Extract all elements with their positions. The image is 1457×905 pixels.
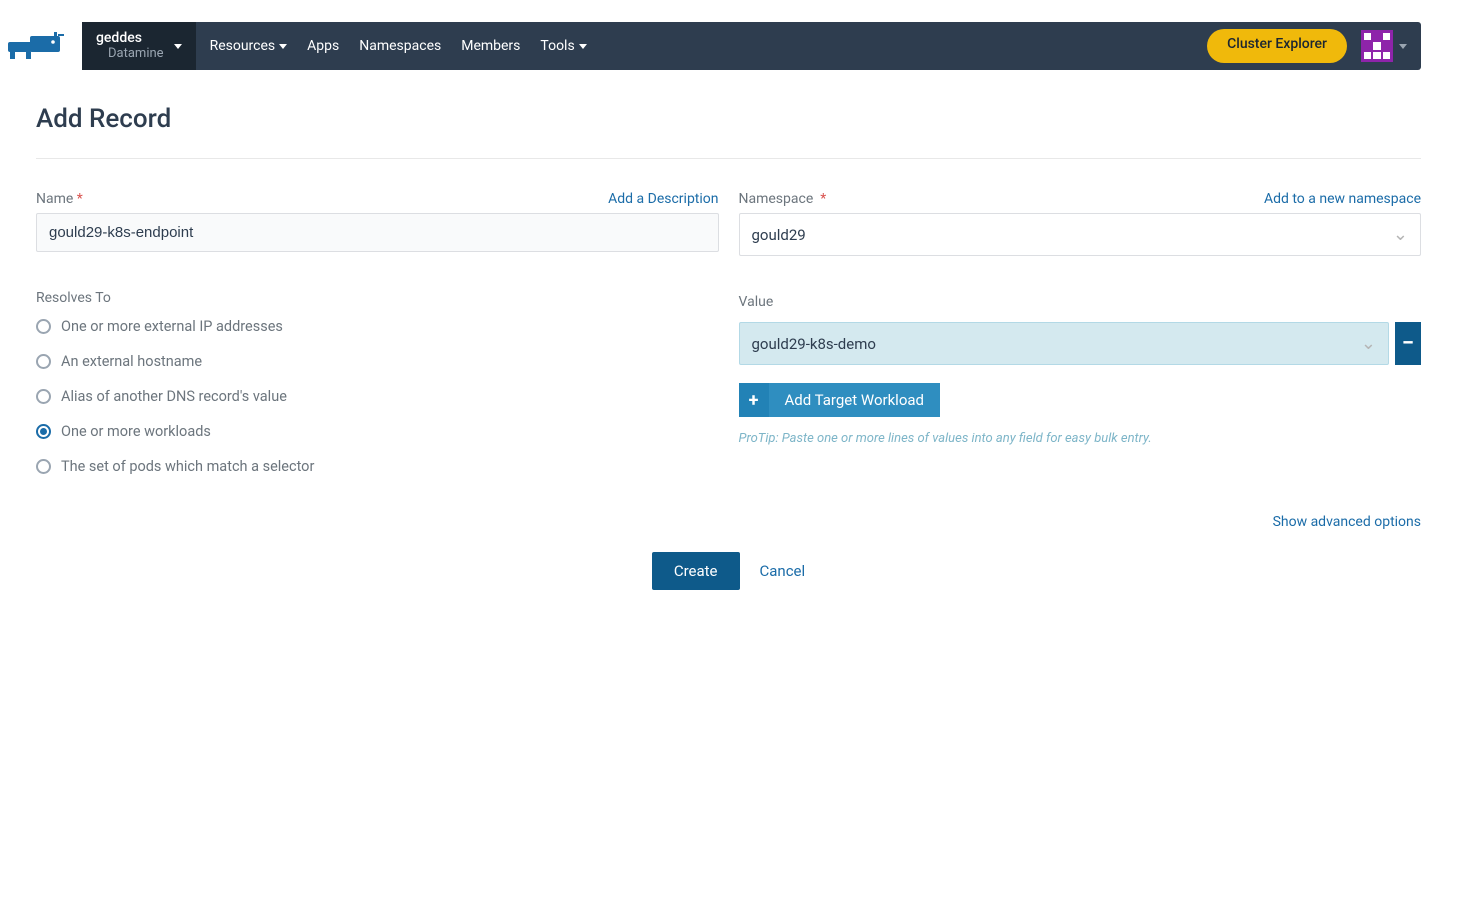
radio-icon bbox=[36, 389, 51, 404]
add-target-workload-button[interactable]: + Add Target Workload bbox=[739, 383, 941, 417]
cluster-explorer-button[interactable]: Cluster Explorer bbox=[1207, 29, 1347, 63]
radio-icon bbox=[36, 354, 51, 369]
workload-select[interactable]: gould29-k8s-demo ⌄ bbox=[739, 322, 1390, 365]
page-title: Add Record bbox=[36, 104, 1421, 134]
value-label: Value bbox=[739, 294, 1422, 310]
top-header: geddes Datamine Resources Apps Namespace… bbox=[36, 22, 1421, 70]
nav: Resources Apps Namespaces Members Tools bbox=[196, 22, 601, 70]
radio-icon bbox=[36, 319, 51, 334]
required-asterisk: * bbox=[77, 191, 83, 207]
project-name: geddes bbox=[96, 30, 164, 46]
nav-resources[interactable]: Resources bbox=[210, 38, 288, 54]
nav-namespaces[interactable]: Namespaces bbox=[359, 38, 441, 54]
project-type: Datamine bbox=[108, 47, 164, 62]
minus-icon: − bbox=[1402, 331, 1414, 356]
resolves-to-radio-group: One or more external IP addresses An ext… bbox=[36, 318, 719, 475]
chevron-down-icon bbox=[174, 44, 182, 49]
left-column: Name * Add a Description Resolves To One… bbox=[36, 191, 719, 530]
show-advanced-options-link[interactable]: Show advanced options bbox=[739, 514, 1422, 530]
radio-workloads[interactable]: One or more workloads bbox=[36, 423, 719, 440]
chevron-down-icon bbox=[279, 44, 287, 49]
radio-icon bbox=[36, 424, 51, 439]
chevron-down-icon: ⌄ bbox=[1361, 333, 1376, 354]
rancher-cow-icon bbox=[0, 28, 66, 64]
cancel-button[interactable]: Cancel bbox=[760, 562, 806, 580]
name-label: Name bbox=[36, 191, 73, 207]
protip-text: ProTip: Paste one or more lines of value… bbox=[739, 431, 1422, 446]
chevron-down-icon bbox=[579, 44, 587, 49]
resolves-to-label: Resolves To bbox=[36, 290, 719, 306]
logo[interactable] bbox=[0, 22, 82, 70]
add-description-link[interactable]: Add a Description bbox=[608, 191, 718, 207]
main-content: Add Record Name * Add a Description Reso… bbox=[0, 70, 1457, 624]
namespace-select[interactable]: gould29 ⌄ bbox=[739, 213, 1422, 256]
add-namespace-link[interactable]: Add to a new namespace bbox=[1264, 191, 1421, 207]
project-selector[interactable]: geddes Datamine bbox=[82, 22, 196, 70]
remove-workload-button[interactable]: − bbox=[1395, 322, 1421, 365]
create-button[interactable]: Create bbox=[652, 552, 740, 590]
user-menu[interactable] bbox=[1357, 22, 1421, 70]
radio-alias-dns[interactable]: Alias of another DNS record's value bbox=[36, 388, 719, 405]
radio-external-hostname[interactable]: An external hostname bbox=[36, 353, 719, 370]
nav-tools[interactable]: Tools bbox=[540, 38, 586, 54]
nav-apps[interactable]: Apps bbox=[307, 38, 339, 54]
divider bbox=[36, 158, 1421, 159]
radio-icon bbox=[36, 459, 51, 474]
chevron-down-icon bbox=[1399, 44, 1407, 49]
plus-icon: + bbox=[739, 383, 769, 417]
nav-members[interactable]: Members bbox=[461, 38, 520, 54]
avatar-icon bbox=[1361, 30, 1393, 62]
form-actions: Create Cancel bbox=[36, 552, 1421, 590]
namespace-label: Namespace bbox=[739, 191, 814, 207]
required-asterisk: * bbox=[817, 191, 827, 207]
name-input[interactable] bbox=[36, 213, 719, 252]
radio-external-ip[interactable]: One or more external IP addresses bbox=[36, 318, 719, 335]
chevron-down-icon: ⌄ bbox=[1393, 224, 1408, 245]
right-column: Namespace * Add to a new namespace gould… bbox=[739, 191, 1422, 530]
radio-pod-selector[interactable]: The set of pods which match a selector bbox=[36, 458, 719, 475]
